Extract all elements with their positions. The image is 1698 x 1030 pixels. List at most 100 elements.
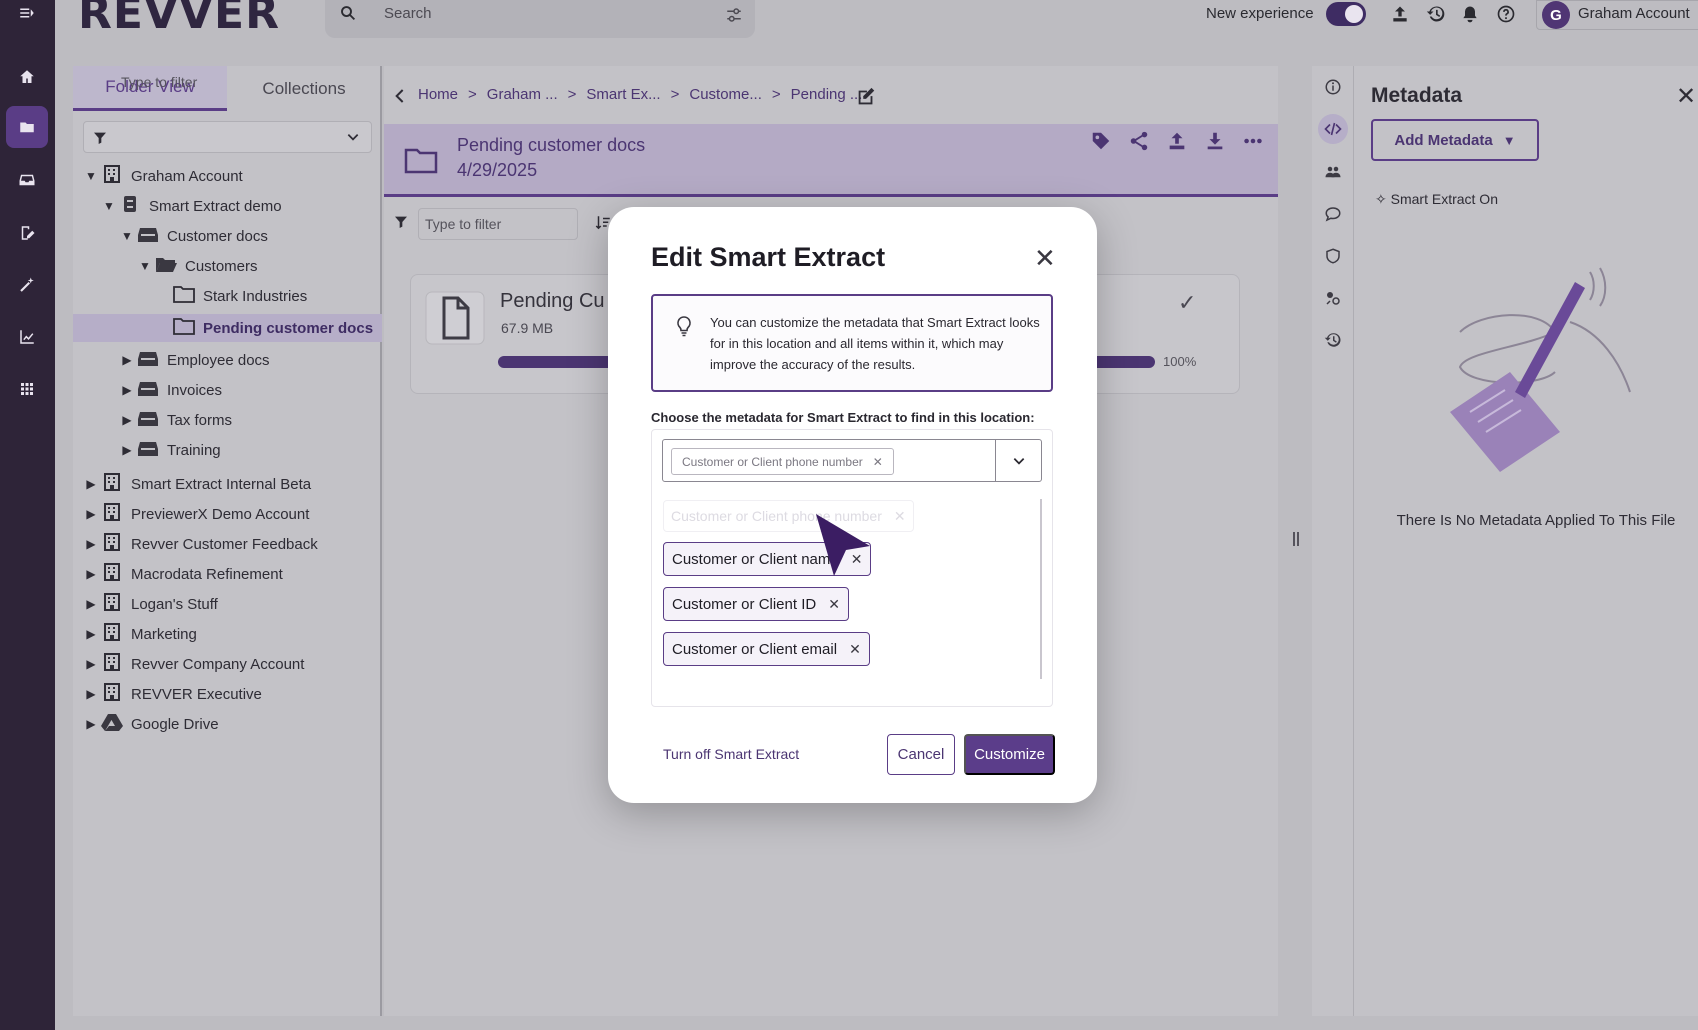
chevron-right-icon[interactable]: ▶ (119, 383, 135, 397)
tree-item[interactable]: ▶ Google Drive (83, 710, 219, 738)
tree-item[interactable]: ▶ Employee docs (119, 346, 269, 374)
info-icon[interactable] (1318, 72, 1348, 102)
share-icon[interactable] (1128, 130, 1150, 152)
chevron-right-icon[interactable]: ▶ (83, 597, 99, 611)
menu-expand-icon[interactable] (6, 0, 48, 34)
avatar[interactable]: G (1542, 1, 1570, 29)
apps-grid-icon[interactable] (6, 368, 48, 410)
close-icon[interactable]: ✕ (1034, 243, 1056, 274)
chevron-right-icon[interactable]: ▶ (119, 413, 135, 427)
add-metadata-button[interactable]: Add Metadata ▼ (1371, 119, 1539, 161)
tree-item[interactable]: ▶ Revver Company Account (83, 650, 304, 678)
tree-item[interactable]: ▶ Smart Extract Internal Beta (83, 470, 311, 498)
cancel-button[interactable]: Cancel (887, 734, 955, 775)
tree-item[interactable]: ▶ Logan's Stuff (83, 590, 218, 618)
breadcrumb-graham[interactable]: Graham ... (487, 86, 558, 103)
customize-button[interactable]: Customize (964, 734, 1055, 775)
upload-icon[interactable] (1166, 130, 1188, 152)
tree-item[interactable]: ▼ Customers (137, 252, 257, 280)
breadcrumb-smart-extract[interactable]: Smart Ex... (586, 86, 660, 103)
close-icon[interactable]: ✕ (1676, 82, 1696, 111)
upload-file-title: Pending Cu (500, 290, 605, 312)
tree-item[interactable]: ▶ Macrodata Refinement (83, 560, 283, 588)
chevron-down-icon[interactable]: ▼ (101, 199, 117, 213)
chevron-right-icon[interactable]: ▶ (119, 353, 135, 367)
turn-off-smart-extract-link[interactable]: Turn off Smart Extract (663, 746, 799, 762)
file-icon (425, 291, 485, 345)
chevron-down-icon[interactable]: ▼ (119, 229, 135, 243)
tag-icon[interactable] (1090, 130, 1112, 152)
metadata-option-label: Customer or Client ID (672, 595, 817, 613)
selected-metadata-chip[interactable]: Customer or Client phone number ✕ (671, 448, 894, 475)
notifications-bell-icon[interactable] (1458, 2, 1482, 26)
chevron-down-icon[interactable]: ▼ (137, 259, 153, 273)
chevron-right-icon[interactable]: ▶ (83, 717, 99, 731)
folder-filter-input[interactable] (83, 121, 372, 153)
tree-item-label: PreviewerX Demo Account (131, 505, 310, 523)
upload-icon[interactable] (1388, 2, 1412, 26)
dropdown-toggle-button[interactable] (995, 439, 1042, 482)
drawer-icon (135, 349, 167, 371)
edit-icon[interactable] (854, 86, 878, 108)
new-experience-toggle[interactable] (1326, 2, 1366, 26)
account-name[interactable]: Graham Account (1578, 5, 1690, 22)
revver-logo[interactable]: REVVER (78, 0, 280, 39)
tree-item[interactable]: ▶ Tax forms (119, 406, 232, 434)
history-icon[interactable] (1424, 2, 1448, 26)
chevron-right-icon[interactable]: ▶ (83, 537, 99, 551)
folder-title: Pending customer docs (457, 135, 646, 155)
magic-wand-icon[interactable] (6, 264, 48, 306)
breadcrumb: Home > Graham ... > Smart Ex... > Custome..… (418, 86, 863, 103)
breadcrumb-customers[interactable]: Custome... (689, 86, 762, 103)
chevron-right-icon[interactable]: ▶ (83, 657, 99, 671)
tree-item[interactable]: ▼ Smart Extract demo (101, 192, 282, 220)
shield-icon[interactable] (1318, 241, 1348, 271)
tree-item[interactable]: ▶ Invoices (119, 376, 222, 404)
tree-item[interactable]: ▼ Graham Account (83, 162, 243, 190)
users-icon[interactable] (1318, 157, 1348, 187)
analytics-icon[interactable] (6, 316, 48, 358)
chevron-right-icon[interactable]: ▶ (119, 443, 135, 457)
remove-chip-icon[interactable]: ✕ (849, 641, 861, 658)
tree-item[interactable]: ▶ Training (119, 436, 220, 464)
tree-item[interactable]: ▶ Revver Customer Feedback (83, 530, 318, 558)
download-icon[interactable] (1204, 130, 1226, 152)
code-metadata-icon[interactable] (1318, 114, 1348, 144)
tree-item[interactable]: Stark Industries (155, 282, 307, 310)
breadcrumb-pending[interactable]: Pending ... (791, 86, 863, 103)
folders-icon[interactable] (6, 106, 48, 148)
inbox-icon[interactable] (6, 159, 48, 201)
tree-item[interactable]: ▶ Marketing (83, 620, 197, 648)
tree-item[interactable]: ▶ REVVER Executive (83, 680, 262, 708)
home-icon[interactable] (6, 56, 48, 98)
remove-chip-icon[interactable]: ✕ (828, 596, 840, 613)
tab-collections[interactable]: Collections (227, 66, 381, 111)
tree-item[interactable]: ▼ Customer docs (119, 222, 268, 250)
tree-item[interactable]: Pending customer docs (73, 314, 382, 342)
chevron-right-icon[interactable]: ▶ (83, 567, 99, 581)
chevron-right-icon[interactable]: ▶ (83, 627, 99, 641)
remove-chip-icon[interactable]: ✕ (873, 455, 883, 469)
workflow-settings-icon[interactable] (1318, 283, 1348, 313)
panel-resize-handle[interactable] (1293, 532, 1299, 546)
version-history-icon[interactable] (1318, 325, 1348, 355)
document-edit-icon[interactable] (6, 212, 48, 254)
comment-icon[interactable] (1318, 199, 1348, 229)
chevron-down-icon[interactable] (346, 130, 360, 144)
chevron-right-icon[interactable]: ▶ (83, 507, 99, 521)
help-icon[interactable] (1494, 2, 1518, 26)
options-scrollbar[interactable] (1040, 499, 1042, 679)
chevron-right-icon[interactable]: ▶ (83, 687, 99, 701)
metadata-option-client-id[interactable]: Customer or Client ID ✕ (663, 587, 849, 621)
tree-item[interactable]: ▶ PreviewerX Demo Account (83, 500, 309, 528)
back-chevron-icon[interactable] (392, 86, 408, 106)
metadata-option-client-email[interactable]: Customer or Client email ✕ (663, 632, 870, 666)
lightbulb-icon (677, 316, 691, 337)
filter-sliders-icon[interactable] (724, 6, 744, 24)
folder-date: 4/29/2025 (457, 160, 538, 180)
more-options-icon[interactable] (1242, 130, 1264, 152)
chevron-down-icon[interactable]: ▼ (83, 169, 99, 183)
chevron-down-icon: ▼ (1502, 132, 1516, 148)
breadcrumb-home[interactable]: Home (418, 86, 458, 103)
chevron-right-icon[interactable]: ▶ (83, 477, 99, 491)
